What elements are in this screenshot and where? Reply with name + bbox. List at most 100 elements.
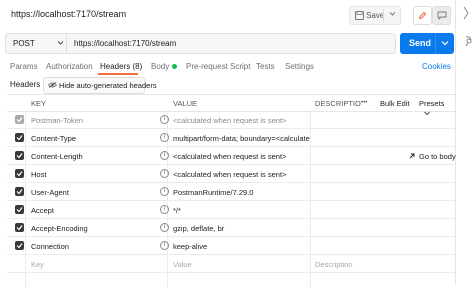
bulk-edit-button[interactable]: Bulk Edit: [380, 99, 410, 108]
save-label: Save: [366, 11, 385, 20]
info-icon[interactable]: i: [160, 169, 169, 178]
tab-params[interactable]: Params: [10, 62, 38, 71]
tab-authorization[interactable]: Authorization: [46, 62, 93, 71]
go-to-body-label: Go to body: [419, 152, 456, 161]
check-icon: [16, 225, 23, 231]
save-icon: [355, 11, 364, 20]
check-icon: [16, 117, 23, 123]
table-row[interactable]: Postman-Token i <calculated when request…: [7, 111, 455, 129]
table-row[interactable]: User-Agent i PostmanRuntime/7.29.0: [7, 183, 455, 201]
check-icon: [16, 207, 23, 213]
chevron-down-icon: [57, 41, 64, 45]
request-header-bar: https://localhost:7170/stream Save: [0, 0, 474, 30]
presets-label: Presets: [419, 99, 445, 108]
comments-button[interactable]: [432, 6, 451, 25]
cookies-link[interactable]: Cookies: [422, 62, 451, 71]
body-status-dot: [172, 64, 178, 70]
header-value[interactable]: <calculated when request is sent>: [173, 116, 310, 125]
url-value: https://localhost:7170/stream: [74, 39, 177, 48]
hide-auto-generated-label: Hide auto-generated headers: [59, 81, 157, 90]
right-sidebar-border: [455, 0, 456, 285]
header-value[interactable]: */*: [173, 206, 310, 215]
headers-section-label: Headers: [10, 80, 41, 89]
header-key[interactable]: Accept-Encoding: [31, 224, 88, 233]
method-value: POST: [13, 39, 35, 48]
header-key[interactable]: Content-Length: [31, 152, 83, 161]
header-value[interactable]: multipart/form-data; boundary=<calculate…: [173, 134, 310, 143]
info-panel-icon[interactable]: [462, 6, 471, 20]
table-row[interactable]: Content-Type i multipart/form-data; boun…: [7, 129, 455, 147]
row-checkbox[interactable]: [15, 205, 24, 214]
check-icon: [16, 153, 23, 159]
url-input[interactable]: https://localhost:7170/stream: [66, 33, 396, 54]
save-button[interactable]: Save: [349, 6, 401, 25]
row-checkbox[interactable]: [15, 115, 24, 124]
info-icon[interactable]: i: [160, 133, 169, 142]
eye-off-icon: [48, 82, 57, 88]
new-key-input[interactable]: Key: [31, 260, 44, 269]
tab-tests[interactable]: Tests: [256, 62, 275, 71]
go-to-body-link[interactable]: Go to body: [409, 152, 456, 161]
row-checkbox[interactable]: [15, 187, 24, 196]
check-icon: [16, 171, 23, 177]
table-row[interactable]: Accept i */*: [7, 201, 455, 219]
column-key: KEY: [31, 99, 47, 108]
info-icon[interactable]: i: [160, 151, 169, 160]
code-icon[interactable]: [464, 35, 474, 47]
new-header-row[interactable]: Key Value Description: [7, 255, 455, 273]
arrow-up-right-icon: [409, 153, 415, 159]
header-value[interactable]: PostmanRuntime/7.29.0: [173, 188, 310, 197]
header-value[interactable]: gzip, deflate, br: [173, 224, 310, 233]
more-options-button[interactable]: •••: [361, 100, 367, 106]
header-key[interactable]: Accept: [31, 206, 54, 215]
row-checkbox[interactable]: [15, 241, 24, 250]
info-icon[interactable]: i: [160, 223, 169, 232]
check-icon: [16, 243, 23, 249]
header-value[interactable]: keep-alive: [173, 242, 310, 251]
row-checkbox[interactable]: [15, 151, 24, 160]
row-checkbox[interactable]: [15, 223, 24, 232]
header-key[interactable]: Host: [31, 170, 46, 179]
check-icon: [16, 135, 23, 141]
info-icon[interactable]: i: [160, 205, 169, 214]
column-value: VALUE: [173, 99, 198, 108]
save-divider: [383, 9, 384, 22]
tab-settings[interactable]: Settings: [285, 62, 314, 71]
pencil-icon: [418, 11, 427, 20]
tab-body-label: Body: [151, 62, 170, 71]
check-icon: [16, 189, 23, 195]
table-header-row: KEY VALUE DESCRIPTIO ••• Bulk Edit Prese…: [7, 94, 455, 115]
tab-pre-request-script[interactable]: Pre-request Script: [186, 62, 250, 71]
chevron-down-icon[interactable]: [389, 11, 396, 17]
row-checkbox[interactable]: [15, 133, 24, 142]
table-row[interactable]: Accept-Encoding i gzip, deflate, br: [7, 219, 455, 237]
info-icon[interactable]: i: [160, 115, 169, 124]
chevron-down-icon[interactable]: [441, 40, 449, 46]
info-icon[interactable]: i: [160, 187, 169, 196]
header-key[interactable]: Connection: [31, 242, 69, 251]
send-button[interactable]: Send: [400, 33, 454, 54]
column-description: DESCRIPTIO: [315, 99, 361, 108]
header-key[interactable]: Postman-Token: [31, 116, 83, 125]
table-row[interactable]: Content-Length i <calculated when reques…: [7, 147, 456, 165]
active-tab-indicator: [98, 73, 138, 75]
info-icon[interactable]: i: [160, 241, 169, 250]
header-key[interactable]: User-Agent: [31, 188, 69, 197]
new-description-input[interactable]: Description: [315, 260, 353, 269]
edit-button[interactable]: [413, 6, 432, 25]
comment-icon: [437, 11, 446, 20]
new-value-input[interactable]: Value: [173, 260, 192, 269]
tab-body[interactable]: Body: [151, 62, 178, 71]
request-title[interactable]: https://localhost:7170/stream: [11, 9, 126, 19]
table-row[interactable]: Connection i keep-alive: [7, 237, 455, 255]
tab-headers[interactable]: Headers (8): [100, 62, 142, 71]
hide-auto-generated-button[interactable]: Hide auto-generated headers: [43, 77, 157, 94]
header-key[interactable]: Content-Type: [31, 134, 76, 143]
method-select[interactable]: POST: [5, 33, 66, 54]
header-value[interactable]: <calculated when request is sent>: [173, 170, 310, 179]
header-value[interactable]: <calculated when request is sent>: [173, 152, 310, 161]
send-divider: [435, 33, 436, 54]
row-checkbox[interactable]: [15, 169, 24, 178]
send-label: Send: [409, 38, 432, 48]
table-row[interactable]: Host i <calculated when request is sent>: [7, 165, 455, 183]
